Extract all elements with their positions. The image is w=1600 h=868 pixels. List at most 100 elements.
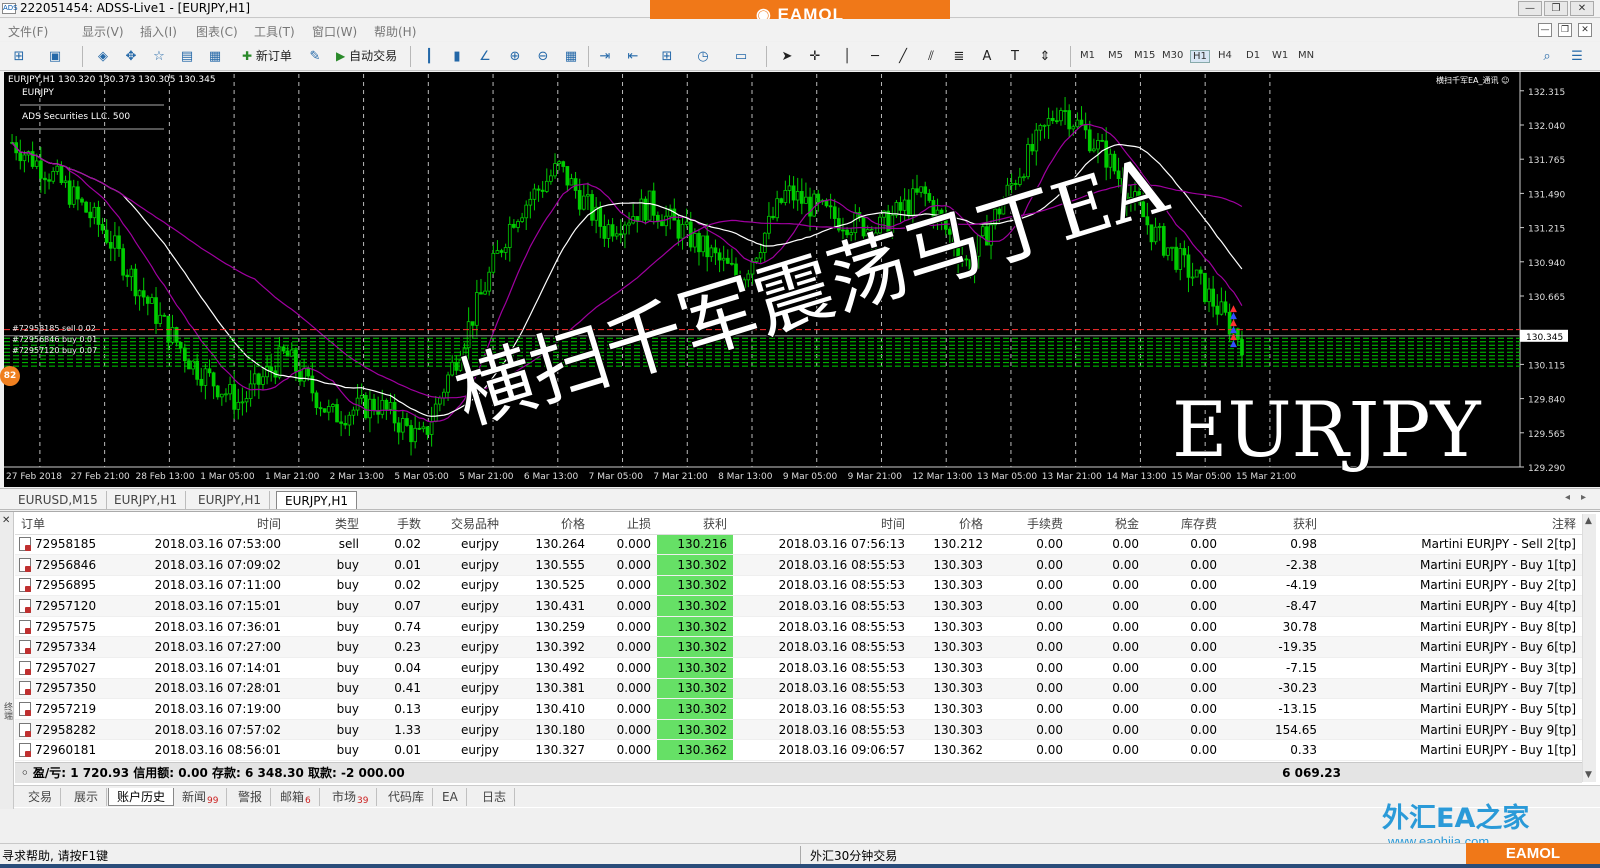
- autoscroll-icon[interactable]: ⇥: [594, 47, 616, 66]
- bar-chart-icon[interactable]: ┃: [418, 47, 440, 66]
- templates-icon[interactable]: ▭: [730, 47, 752, 66]
- tab-terminal-3[interactable]: 新闻99: [174, 788, 228, 806]
- auto-trading-button[interactable]: ▶ 自动交易: [332, 47, 401, 66]
- tab-chart-eurjpy-h1-2[interactable]: EURJPY,H1: [190, 491, 271, 509]
- horizontal-line-icon[interactable]: ─: [864, 47, 886, 66]
- periods-icon[interactable]: ◷: [692, 47, 714, 66]
- scroll-down-icon[interactable]: ▼: [1585, 770, 1592, 780]
- fibonacci-icon[interactable]: ≣: [948, 47, 970, 66]
- timeframe-m1[interactable]: M1: [1080, 50, 1095, 61]
- menu-charts[interactable]: 图表(C): [196, 23, 238, 40]
- tab-terminal-0[interactable]: 交易: [20, 788, 62, 806]
- market-watch-icon[interactable]: ◈: [92, 47, 114, 66]
- timeframe-h4[interactable]: H4: [1218, 50, 1232, 61]
- menu-file[interactable]: 文件(F): [8, 23, 48, 40]
- tile-windows-icon[interactable]: ▦: [560, 47, 582, 66]
- table-row[interactable]: 72957120 2018.03.16 07:15:01 buy 0.07 eurjpy…: [15, 595, 1582, 617]
- candlestick-icon[interactable]: ▮: [446, 47, 468, 66]
- table-row[interactable]: 72957334 2018.03.16 07:27:00 buy 0.23 eurjpy…: [15, 636, 1582, 659]
- timeframe-w1[interactable]: W1: [1272, 50, 1288, 61]
- tab-terminal-8[interactable]: EA: [434, 788, 467, 806]
- menu-insert[interactable]: 插入(I): [140, 23, 177, 40]
- table-row[interactable]: 72956846 2018.03.16 07:09:02 buy 0.01 eurjpy…: [15, 554, 1582, 576]
- col-commission[interactable]: 手续费: [989, 514, 1069, 535]
- mdi-restore-icon[interactable]: ❐: [1558, 23, 1572, 37]
- col-lots[interactable]: 手数: [365, 514, 427, 535]
- col-close-price[interactable]: 价格: [911, 514, 989, 535]
- favorites-icon[interactable]: ☆: [148, 47, 170, 66]
- zoom-out-icon[interactable]: ⊖: [532, 47, 554, 66]
- col-open-price[interactable]: 价格: [505, 514, 591, 535]
- tab-terminal-9[interactable]: 日志: [474, 788, 516, 806]
- cursor-icon[interactable]: ➤: [776, 47, 798, 66]
- price-chart[interactable]: 132.315 132.040 131.765 131.490 131.215 130.9…: [4, 72, 1600, 487]
- col-close-time[interactable]: 时间: [733, 514, 911, 535]
- tester-icon[interactable]: ▦: [204, 47, 226, 66]
- col-comment[interactable]: 注释: [1323, 514, 1582, 535]
- col-type[interactable]: 类型: [287, 514, 365, 535]
- scroll-up-icon[interactable]: ▲: [1585, 516, 1592, 526]
- tab-terminal-2[interactable]: 账户历史: [108, 788, 175, 806]
- new-order-button[interactable]: ✚ 新订单: [238, 47, 296, 66]
- menu-help[interactable]: 帮助(H): [374, 23, 416, 40]
- tab-chart-eurjpy-h1-active[interactable]: EURJPY,H1: [276, 491, 358, 509]
- close-icon[interactable]: ✕: [1570, 1, 1594, 16]
- restore-icon[interactable]: ❐: [1544, 1, 1568, 16]
- channel-icon[interactable]: ⫽: [920, 47, 942, 66]
- table-row[interactable]: 72957027 2018.03.16 07:14:01 buy 0.04 eurjpy…: [15, 657, 1582, 679]
- timeframe-h1[interactable]: H1: [1190, 50, 1210, 63]
- col-tp[interactable]: 获利: [657, 514, 733, 535]
- mdi-minimize-icon[interactable]: —: [1538, 23, 1552, 37]
- line-chart-icon[interactable]: ∠: [474, 47, 496, 66]
- tab-terminal-4[interactable]: 警报: [230, 788, 272, 806]
- col-symbol[interactable]: 交易品种: [427, 514, 505, 535]
- table-row[interactable]: 72958185 2018.03.16 07:53:00 sell 0.02 eurjp…: [15, 534, 1582, 556]
- table-row[interactable]: 72957219 2018.03.16 07:19:00 buy 0.13 eurjpy…: [15, 698, 1582, 720]
- tab-chart-eurjpy-h1[interactable]: EURJPY,H1: [106, 491, 187, 509]
- metaeditor-icon[interactable]: ✎: [304, 47, 326, 66]
- terminal-close-icon[interactable]: ✕: [2, 515, 10, 526]
- timeframe-d1[interactable]: D1: [1246, 50, 1260, 61]
- tab-terminal-6[interactable]: 市场39: [324, 788, 378, 806]
- profiles-icon[interactable]: ▣: [44, 47, 66, 66]
- menu-icon[interactable]: ☰: [1566, 47, 1588, 66]
- col-order[interactable]: 订单: [15, 514, 115, 535]
- col-sl[interactable]: 止损: [591, 514, 657, 535]
- tab-chart-eurusd-m15[interactable]: EURUSD,M15: [10, 491, 107, 509]
- timeframe-m5[interactable]: M5: [1108, 50, 1123, 61]
- col-swap[interactable]: 库存费: [1145, 514, 1223, 535]
- terminal-icon[interactable]: ▤: [176, 47, 198, 66]
- arrows-icon[interactable]: ⇕: [1034, 47, 1056, 66]
- menu-window[interactable]: 窗口(W): [312, 23, 357, 40]
- text-label-icon[interactable]: T: [1004, 47, 1026, 66]
- chart-shift-icon[interactable]: ⇤: [622, 47, 644, 66]
- vertical-line-icon[interactable]: │: [836, 47, 858, 66]
- trendline-icon[interactable]: ╱: [892, 47, 914, 66]
- menu-view[interactable]: 显示(V): [82, 23, 124, 40]
- timeframe-mn[interactable]: MN: [1298, 50, 1314, 61]
- col-open-time[interactable]: 时间: [115, 514, 287, 535]
- timeframe-m30[interactable]: M30: [1162, 50, 1183, 61]
- mdi-close-icon[interactable]: ✕: [1578, 23, 1592, 37]
- table-row[interactable]: 72960181 2018.03.16 08:56:01 buy 0.01 eurjpy…: [15, 739, 1582, 762]
- tab-terminal-1[interactable]: 展示: [66, 788, 108, 806]
- crosshair-icon[interactable]: ✛: [804, 47, 826, 66]
- new-chart-icon[interactable]: ⊞: [8, 47, 30, 66]
- tabs-scroll-right-icon[interactable]: ▸: [1581, 492, 1586, 503]
- table-row[interactable]: 72957575 2018.03.16 07:36:01 buy 0.74 eurjpy…: [15, 616, 1582, 638]
- zoom-in-icon[interactable]: ⊕: [504, 47, 526, 66]
- timeframe-m15[interactable]: M15: [1134, 50, 1155, 61]
- tabs-scroll-left-icon[interactable]: ◂: [1565, 492, 1570, 503]
- table-row[interactable]: 72956895 2018.03.16 07:11:00 buy 0.02 eurjpy…: [15, 575, 1582, 597]
- tab-terminal-7[interactable]: 代码库: [380, 788, 434, 806]
- indicators-icon[interactable]: ⊞: [656, 47, 678, 66]
- table-row[interactable]: 72958282 2018.03.16 07:57:02 buy 1.33 eurjpy…: [15, 719, 1582, 741]
- minimize-icon[interactable]: —: [1518, 1, 1542, 16]
- col-profit[interactable]: 获利: [1223, 514, 1323, 535]
- navigator-icon[interactable]: ✥: [120, 47, 142, 66]
- text-icon[interactable]: A: [976, 47, 998, 66]
- search-icon[interactable]: ⌕: [1536, 47, 1558, 66]
- table-row[interactable]: 72957350 2018.03.16 07:28:01 buy 0.41 eurjpy…: [15, 678, 1582, 700]
- menu-tools[interactable]: 工具(T): [254, 23, 295, 40]
- col-taxes[interactable]: 税金: [1069, 514, 1145, 535]
